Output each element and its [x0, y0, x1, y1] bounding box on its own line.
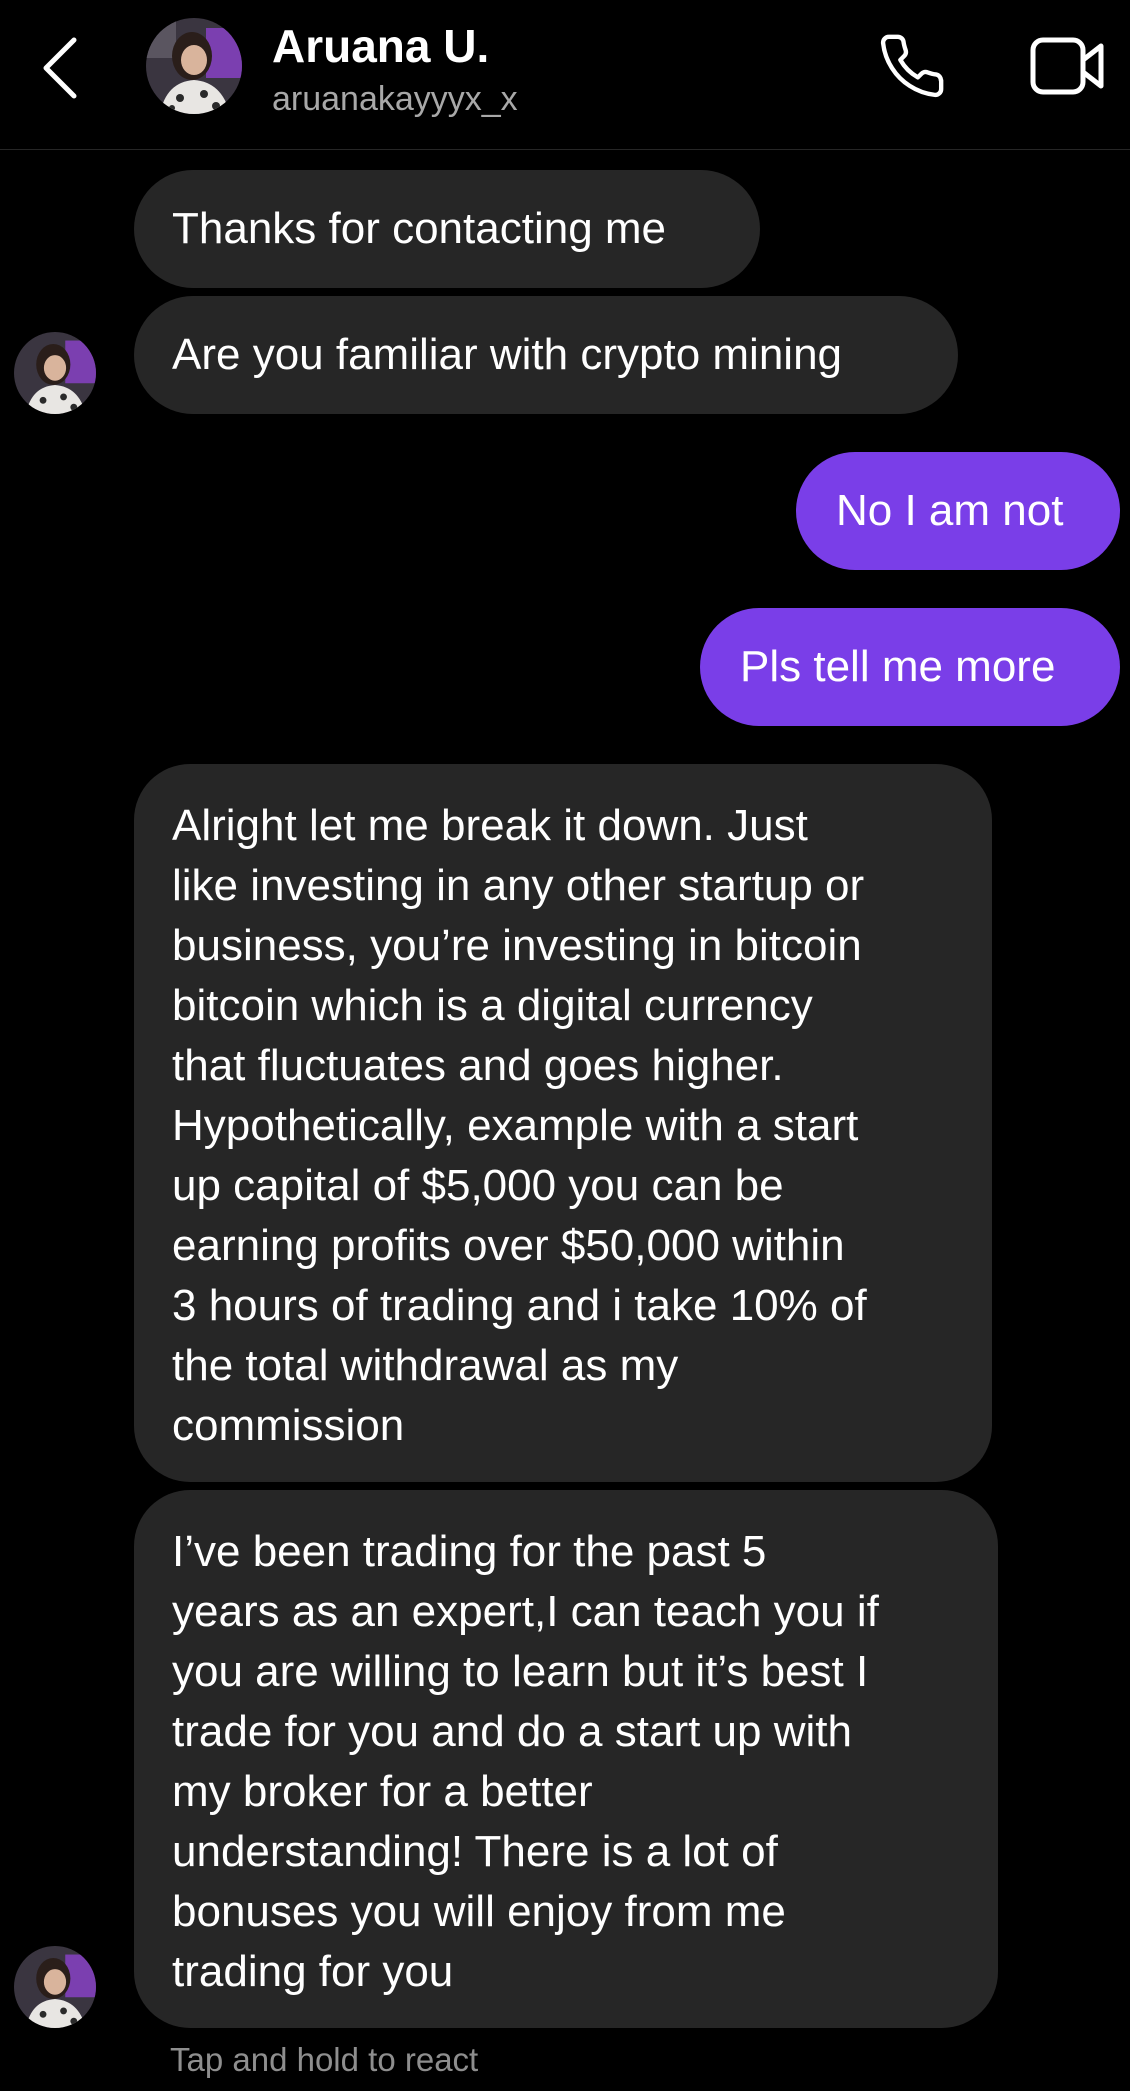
react-hint: Tap and hold to react [170, 2041, 479, 2078]
video-camera-icon [1030, 37, 1104, 95]
message-text: Pls tell me more [740, 642, 1056, 691]
message-text-line: like investing in any other startup or [172, 861, 865, 910]
back-button[interactable] [30, 28, 90, 108]
message-text-line: up capital of $5,000 you can be [172, 1161, 784, 1210]
message-bubble-outgoing[interactable]: No I am not [796, 452, 1120, 570]
message-text: No I am not [836, 486, 1064, 535]
message-text-line: Alright let me break it down. Just [172, 801, 808, 850]
message-bubble-incoming[interactable]: Thanks for contacting me [134, 170, 760, 288]
message-text-line: 3 hours of trading and i take 10% of [172, 1281, 867, 1330]
message-bubble-incoming[interactable]: Are you familiar with crypto mining [134, 296, 958, 414]
phone-icon [880, 34, 944, 98]
contact-name[interactable]: Aruana U. [272, 18, 489, 74]
message-bubble-incoming[interactable]: Alright let me break it down. Just like … [134, 764, 992, 1482]
message-text-line: bitcoin which is a digital currency [172, 981, 813, 1030]
chat-header: Aruana U. aruanakayyyx_x [0, 0, 1130, 150]
message-text-line: business, you’re investing in bitcoin [172, 921, 862, 970]
chevron-left-icon [43, 37, 77, 99]
message-text-line: understanding! There is a lot of [172, 1827, 778, 1876]
video-call-button[interactable] [1014, 26, 1120, 106]
message-text-line: earning profits over $50,000 within [172, 1221, 845, 1270]
message-text-line: I’ve been trading for the past 5 [172, 1527, 767, 1576]
message-text-line: trade for you and do a start up with [172, 1707, 852, 1756]
message-text-line: commission [172, 1401, 405, 1450]
avatar-photo [14, 332, 96, 414]
message-text-line: Hypothetically, example with a start [172, 1101, 859, 1150]
message-text: Thanks for contacting me [172, 204, 667, 253]
sender-avatar[interactable] [14, 332, 96, 414]
contact-username: aruanakayyyx_x [272, 80, 518, 118]
message-text-line: that fluctuates and goes higher. [172, 1041, 784, 1090]
sender-avatar[interactable] [14, 1946, 96, 2028]
message-text-line: years as an expert,I can teach you if [172, 1587, 879, 1636]
message-text-line: my broker for a better [172, 1767, 593, 1816]
message-text: Are you familiar with crypto mining [172, 330, 843, 379]
message-bubble-incoming[interactable]: I’ve been trading for the past 5 years a… [134, 1490, 998, 2028]
contact-avatar[interactable] [146, 18, 242, 114]
message-bubble-outgoing[interactable]: Pls tell me more [700, 608, 1120, 726]
avatar-photo [146, 18, 242, 114]
message-text-line: trading for you [172, 1947, 454, 1996]
avatar-photo [14, 1946, 96, 2028]
message-text-line: the total withdrawal as my [172, 1341, 679, 1390]
message-text-line: you are willing to learn but it’s best I [172, 1647, 869, 1696]
message-text-line: bonuses you will enjoy from me [172, 1887, 786, 1936]
audio-call-button[interactable] [872, 26, 952, 106]
